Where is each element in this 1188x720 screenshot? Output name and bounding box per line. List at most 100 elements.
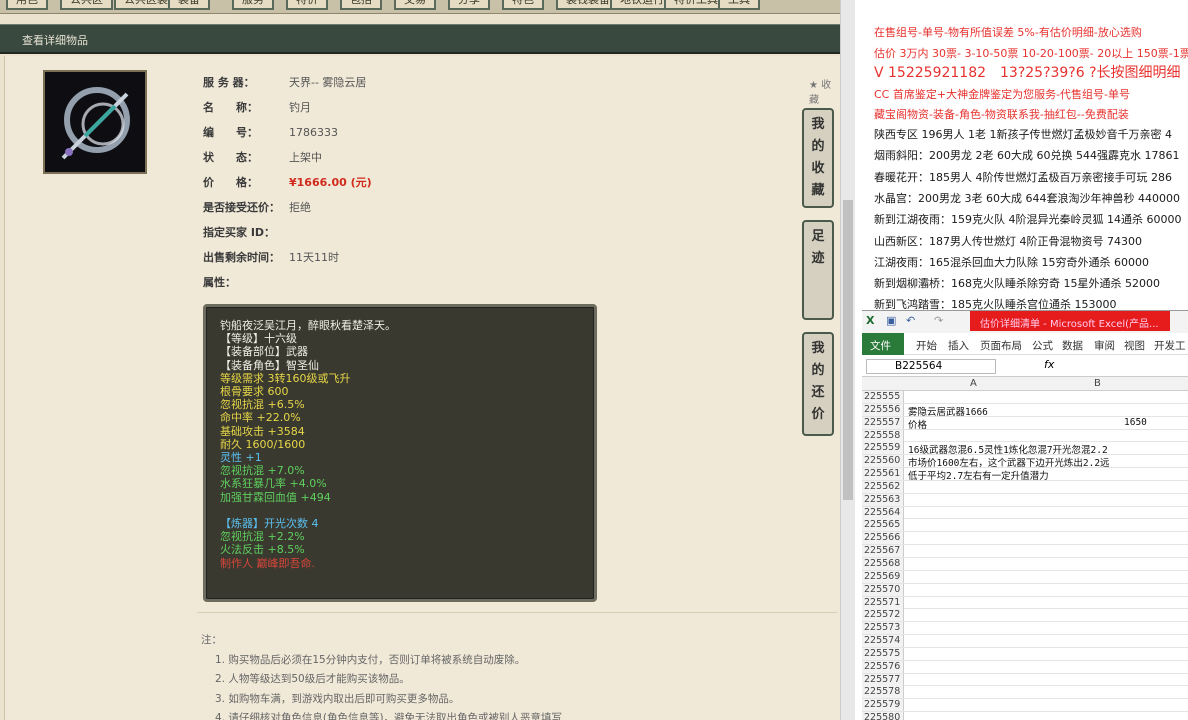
row-number[interactable]: 225571 [862,596,904,609]
my-bargain-button[interactable]: 我的还价 [802,332,834,436]
ribbon-tab[interactable]: 审阅 [1094,338,1115,353]
notes: 注： 1. 购买物品后必须在15分钟内支付，否则订单将被系统自动废除。 2. 人物等… [201,632,562,720]
price-row: 价 格： ¥1666.00 (元) [203,176,372,189]
sheet-row: 225557 价格 1650 [862,416,1188,431]
attribute-line: 【装备部位】武器 [220,345,308,359]
row-number[interactable]: 225559 [862,442,904,455]
sheet-row: 225560 市场价1600左右，这个武器下边开光炼出2.2远 [862,455,1188,469]
sheet-row: 225574 [862,635,1188,648]
remain-row: 出售剩余时间： 11天11时 [203,251,339,264]
name-row: 名 称： 钓月 [203,101,311,114]
row-number[interactable]: 225580 [862,712,904,720]
sheet-row: 225562 [862,480,1188,494]
attribute-line: 忽视抗混 +6.5% [220,398,305,412]
top-tab[interactable]: 特色 [502,0,544,10]
sheet-row: 225568 [862,557,1188,571]
fx-icon[interactable]: fx [1044,358,1054,371]
top-tab[interactable]: 服务 [232,0,274,10]
sheet-row: 225578 [862,686,1188,700]
row-number[interactable]: 225578 [862,686,904,699]
row-number[interactable]: 225555 [862,391,904,403]
ribbon-tab[interactable]: 页面布局 [980,338,1022,353]
excel-logo-icon: X [866,314,875,327]
sheet-rows: 225555 225556 雾隐云居武器1666 225557 价格 1650 225558… [862,391,1188,720]
top-tab[interactable]: 用色 [6,0,48,10]
top-tab[interactable]: 特价 [286,0,328,10]
excel-titlebar: X ▣ ↶ ↷ 估价详细清单 - Microsoft Excel(产品... [862,311,1188,333]
row-number[interactable]: 225569 [862,570,904,583]
id-row: 编 号： 1786333 [203,126,338,139]
ribbon-tab[interactable]: 数据 [1062,338,1083,353]
sheet-row: 225561 低于平均2.7左右有一定升值潜力 [862,468,1188,482]
top-tab[interactable]: 包括 [340,0,382,10]
ad-line: 新到烟柳灞桥：168克火队睡杀除穷奇 15星外通杀 52000 [874,277,1160,291]
row-number[interactable]: 225563 [862,493,904,506]
row-number[interactable]: 225575 [862,647,904,660]
row-number[interactable]: 225560 [862,455,904,468]
sheet-row: 225569 [862,570,1188,584]
my-favorites-button[interactable]: 我的收藏 [802,108,834,208]
ribbon-tab[interactable]: 开始 [916,338,937,353]
top-tab[interactable]: 公共区 [60,0,113,10]
note-item: 4. 请仔细核对角色信息(角色信息等)，避免无法取出角色或被别人恶意填写 [215,712,563,720]
bargain-row: 是否接受还价： 拒绝 [203,201,311,214]
attr-row: 属性： [203,276,236,289]
top-tab[interactable]: 分享 [448,0,490,10]
top-tab[interactable]: 工具 [718,0,760,10]
attribute-line: 【装备角色】智圣仙 [220,358,319,372]
row-number[interactable]: 225576 [862,660,904,673]
ribbon-tab[interactable]: 开发工 [1154,338,1186,353]
sheet-row: 225556 雾隐云居武器1666 [862,403,1188,418]
row-number[interactable]: 225561 [862,468,904,481]
footprint-button[interactable]: 足迹 [802,220,834,320]
row-number[interactable]: 225570 [862,583,904,596]
scrollbar-thumb[interactable] [843,200,853,500]
ribbon-tab[interactable]: 插入 [948,338,969,353]
name-box[interactable]: B225564 [866,359,996,374]
top-tab[interactable]: 装备 [168,0,210,10]
sheet-row: 225577 [862,673,1188,687]
ribbon-tab[interactable]: 公式 [1032,338,1053,353]
attribute-line: 根骨要求 600 [220,385,289,398]
row-number[interactable]: 225556 [862,403,904,416]
attribute-line: 耐久 1600/1600 [220,437,306,451]
row-number[interactable]: 225565 [862,519,904,532]
excel-ribbon: 文件 开始 插入 页面布局 公式 数据 审阅 视图 开发工 [862,333,1188,355]
section-header: 查看详细物品 [0,24,840,54]
row-number[interactable]: 225572 [862,609,904,622]
row-number[interactable]: 225564 [862,506,904,519]
attribute-box: 钓船夜泛吴江月，醉眼秋看楚泽天。 【等级】十六级 【装备部位】武器 【装备角色】智圣仙… [203,304,597,602]
row-number[interactable]: 225562 [862,480,904,493]
save-icon[interactable]: ▣ [886,314,896,327]
ad-line: 藏宝阁物资-装备-角色-物资联系我-抽红包--免费配装 [874,108,1129,121]
page-scrollbar[interactable] [840,0,855,720]
ribbon-tab[interactable]: 文件 [862,333,904,355]
undo-icon[interactable]: ↶ [906,314,915,327]
note-item: 3. 如购物车满，到游戏内取出后即可购买更多物品。 [215,692,460,705]
redo-icon[interactable]: ↷ [934,314,943,327]
cell-b[interactable]: 1650 [1124,417,1147,428]
column-b-header[interactable]: B [1094,378,1101,389]
note-item: 2. 人物等级达到50级后才能购买该物品。 [215,673,410,685]
row-number[interactable]: 225573 [862,622,904,635]
column-a-header[interactable]: A [970,378,977,389]
favorite-link[interactable]: ★ 收藏 [809,76,840,106]
row-number[interactable]: 225579 [862,699,904,712]
attribute-line: 加强甘霖回血值 +494 [220,490,331,504]
ribbon-tab[interactable]: 视图 [1124,338,1145,353]
section-title: 查看详细物品 [22,34,88,47]
row-number[interactable]: 225574 [862,635,904,648]
attribute-line: 【炼器】开光次数 4 [220,517,319,530]
row-number[interactable]: 225566 [862,532,904,545]
row-number[interactable]: 225577 [862,673,904,686]
row-number[interactable]: 225558 [862,429,904,442]
attribute-line: 灵性 +1 [220,451,262,464]
ad-line: 新到江湖夜雨：159克火队 4阶混异光秦岭灵狐 14通杀 60000 [874,213,1182,227]
attribute-line: 水系狂暴几率 +4.0% [220,477,327,491]
row-number[interactable]: 225568 [862,557,904,570]
row-number[interactable]: 225557 [862,416,904,429]
ad-line: 春暖花开：185男人 4阶传世燃灯孟极百万亲密接手可玩 286 [874,170,1172,184]
top-tab[interactable]: 交易 [394,0,436,10]
row-number[interactable]: 225567 [862,545,904,558]
sheet-row: 225555 [862,391,1188,404]
